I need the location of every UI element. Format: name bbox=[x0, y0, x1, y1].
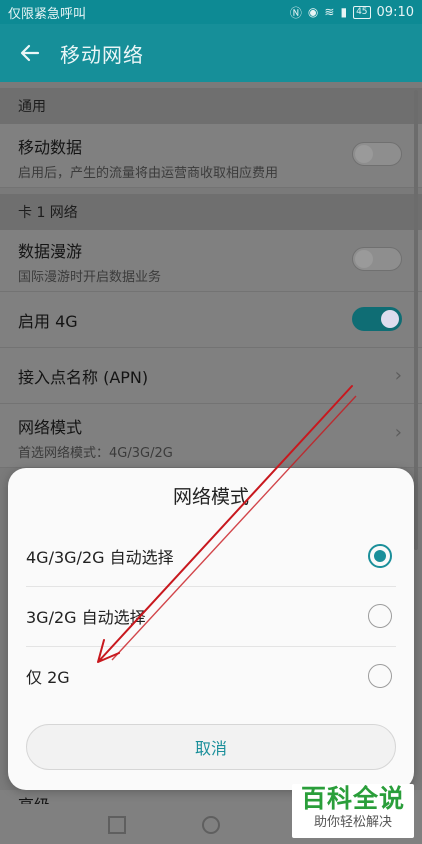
section-header-sim1: 卡 1 网络 bbox=[0, 194, 422, 230]
toggle-knob bbox=[355, 145, 373, 163]
radio-unselected-icon[interactable] bbox=[368, 604, 392, 628]
toggle-knob bbox=[381, 310, 399, 328]
recent-apps-button[interactable] bbox=[108, 816, 126, 834]
option-label: 仅 2G bbox=[26, 668, 70, 687]
signal-icon: ▮ bbox=[340, 5, 348, 19]
chevron-right-icon: › bbox=[394, 365, 402, 386]
apn-row[interactable]: 接入点名称 (APN) › bbox=[0, 348, 422, 404]
mobile-data-title: 移动数据 bbox=[18, 138, 83, 157]
section-header-general: 通用 bbox=[0, 88, 422, 124]
option-4g-3g-2g[interactable]: 4G/3G/2G 自动选择 bbox=[8, 526, 414, 586]
cancel-button[interactable]: 取消 bbox=[26, 724, 396, 770]
mobile-data-toggle[interactable] bbox=[352, 142, 402, 166]
roaming-toggle[interactable] bbox=[352, 247, 402, 271]
network-mode-dialog: 网络模式 4G/3G/2G 自动选择 3G/2G 自动选择 仅 2G 取消 bbox=[8, 468, 414, 790]
enable-4g-title: 启用 4G bbox=[18, 311, 78, 331]
scrollbar[interactable] bbox=[414, 90, 418, 550]
chevron-right-icon: › bbox=[394, 422, 402, 443]
option-label: 3G/2G 自动选择 bbox=[26, 608, 146, 627]
roaming-subtitle: 国际漫游时开启数据业务 bbox=[18, 270, 162, 285]
status-text: 仅限紧急呼叫 bbox=[8, 6, 87, 22]
page-title: 移动网络 bbox=[60, 42, 144, 67]
nfc-icon: Ⓝ bbox=[289, 5, 302, 20]
option-2g-only[interactable]: 仅 2G bbox=[8, 646, 414, 706]
mobile-data-row[interactable]: 移动数据 启用后，产生的流量将由运营商收取相应费用 bbox=[0, 124, 422, 188]
clock: 09:10 bbox=[376, 4, 414, 20]
home-button[interactable] bbox=[202, 816, 220, 834]
status-bar: 仅限紧急呼叫 Ⓝ ◉ ≋ ▮ 45 09:10 bbox=[0, 0, 422, 24]
network-mode-title: 网络模式 bbox=[18, 418, 83, 437]
network-mode-subtitle: 首选网络模式：4G/3G/2G bbox=[18, 446, 173, 461]
enable-4g-toggle[interactable] bbox=[352, 307, 402, 331]
watermark-subtitle: 助你轻松解决 bbox=[313, 815, 392, 830]
apn-title: 接入点名称 (APN) bbox=[18, 367, 149, 387]
watermark-title: 百科全说 bbox=[300, 784, 405, 813]
battery-icon: 45 bbox=[353, 5, 371, 19]
radio-selected-icon[interactable] bbox=[368, 544, 392, 568]
mobile-data-subtitle: 启用后，产生的流量将由运营商收取相应费用 bbox=[18, 166, 279, 181]
option-3g-2g[interactable]: 3G/2G 自动选择 bbox=[8, 586, 414, 646]
dialog-title: 网络模式 bbox=[172, 486, 249, 508]
enable-4g-row[interactable]: 启用 4G bbox=[0, 292, 422, 348]
network-mode-row[interactable]: 网络模式 首选网络模式：4G/3G/2G › bbox=[0, 404, 422, 468]
radio-unselected-icon[interactable] bbox=[368, 664, 392, 688]
back-button[interactable] bbox=[0, 24, 60, 82]
arrow-left-icon bbox=[20, 44, 40, 62]
watermark-logo: 百科全说 助你轻松解决 bbox=[292, 784, 414, 838]
wifi-icon: ≋ bbox=[324, 5, 335, 19]
app-bar: 移动网络 bbox=[0, 24, 422, 82]
eye-icon: ◉ bbox=[307, 5, 319, 19]
roaming-row[interactable]: 数据漫游 国际漫游时开启数据业务 bbox=[0, 230, 422, 292]
toggle-knob bbox=[355, 250, 373, 268]
option-label: 4G/3G/2G 自动选择 bbox=[26, 548, 174, 567]
roaming-title: 数据漫游 bbox=[18, 242, 83, 261]
